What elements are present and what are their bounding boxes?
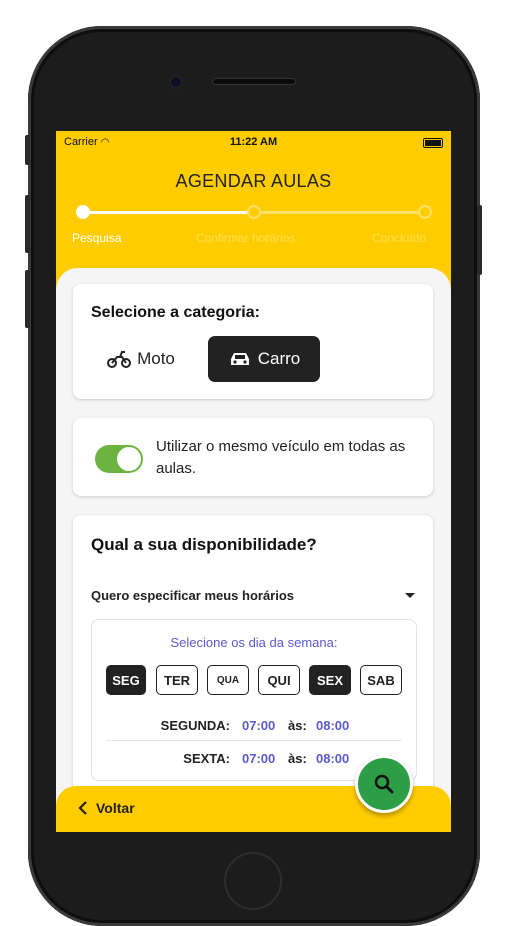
step-label-concluido: Concluído bbox=[372, 231, 427, 245]
availability-title: Qual a sua disponibilidade? bbox=[91, 535, 317, 554]
front-camera bbox=[171, 77, 181, 87]
same-vehicle-card: Utilizar o mesmo veículo em todas as aul… bbox=[73, 418, 433, 496]
step-dot-pesquisa bbox=[76, 205, 90, 219]
category-carro-button[interactable]: Carro bbox=[208, 336, 320, 382]
day-sex-button[interactable]: SEX bbox=[309, 665, 351, 695]
day-ter-button[interactable]: TER bbox=[156, 665, 198, 695]
search-button[interactable] bbox=[355, 755, 413, 813]
same-vehicle-label: Utilizar o mesmo veículo em todas as aul… bbox=[156, 438, 406, 477]
volume-up-button bbox=[25, 195, 30, 253]
step-label-pesquisa: Pesquisa bbox=[72, 231, 122, 245]
schedule-end-time[interactable]: 08:00 bbox=[316, 751, 349, 766]
car-icon bbox=[230, 353, 249, 365]
earpiece-speaker bbox=[213, 79, 295, 84]
step-dot-concluido bbox=[418, 205, 432, 219]
category-card: Selecione a categoria: Moto Carro bbox=[73, 284, 433, 399]
availability-mode-value: Quero especificar meus horários bbox=[91, 588, 295, 603]
day-qui-button[interactable]: QUI bbox=[258, 665, 300, 695]
step-dot-confirmar bbox=[247, 205, 261, 219]
schedule-start-time[interactable]: 07:00 bbox=[242, 718, 275, 733]
chevron-left-icon bbox=[78, 801, 87, 815]
weekday-prompt: Selecione os dia da semana: bbox=[170, 635, 338, 650]
schedule-divider bbox=[106, 740, 402, 741]
schedule-separator: às: bbox=[288, 751, 307, 766]
page-title: AGENDAR AULAS bbox=[175, 171, 332, 191]
availability-mode-select[interactable]: Quero especificar meus horários bbox=[91, 588, 415, 603]
progress-stepper bbox=[76, 205, 432, 219]
battery-icon bbox=[423, 138, 443, 148]
day-sab-button[interactable]: SAB bbox=[360, 665, 402, 695]
schedule-start-time[interactable]: 07:00 bbox=[242, 751, 275, 766]
stepper-track-done bbox=[82, 211, 247, 214]
status-bar: Carrier ◠ 11:22 AM bbox=[56, 131, 451, 153]
weekday-panel: Selecione os dia da semana: SEG TER QUA … bbox=[91, 619, 417, 781]
mute-switch bbox=[25, 135, 30, 165]
category-moto-label: Moto bbox=[137, 349, 175, 368]
back-button[interactable]: Voltar bbox=[78, 800, 135, 816]
chevron-down-icon bbox=[405, 593, 415, 598]
volume-down-button bbox=[25, 270, 30, 328]
motorcycle-icon bbox=[107, 351, 132, 368]
power-button bbox=[477, 205, 482, 275]
toggle-knob bbox=[117, 447, 141, 471]
category-title: Selecione a categoria: bbox=[91, 304, 260, 321]
content-area: Selecione a categoria: Moto Carro Utiliz… bbox=[56, 268, 451, 815]
app-screen: Carrier ◠ 11:22 AM AGENDAR AULAS Pesquis… bbox=[56, 131, 451, 832]
schedule-day: SEXTA: bbox=[183, 751, 230, 766]
step-label-confirmar: Confirmar horários bbox=[196, 231, 296, 245]
back-label: Voltar bbox=[96, 800, 135, 816]
category-moto-button[interactable]: Moto bbox=[91, 336, 191, 382]
search-icon bbox=[374, 774, 394, 794]
schedule-day: SEGUNDA: bbox=[160, 718, 230, 733]
schedule-end-time[interactable]: 08:00 bbox=[316, 718, 349, 733]
schedule-separator: às: bbox=[288, 718, 307, 733]
same-vehicle-toggle[interactable] bbox=[95, 445, 143, 473]
status-time: 11:22 AM bbox=[229, 136, 278, 148]
day-seg-button[interactable]: SEG bbox=[106, 665, 146, 695]
day-qua-button[interactable]: QUA bbox=[207, 665, 249, 695]
home-button[interactable] bbox=[224, 852, 282, 910]
category-carro-label: Carro bbox=[257, 349, 301, 368]
